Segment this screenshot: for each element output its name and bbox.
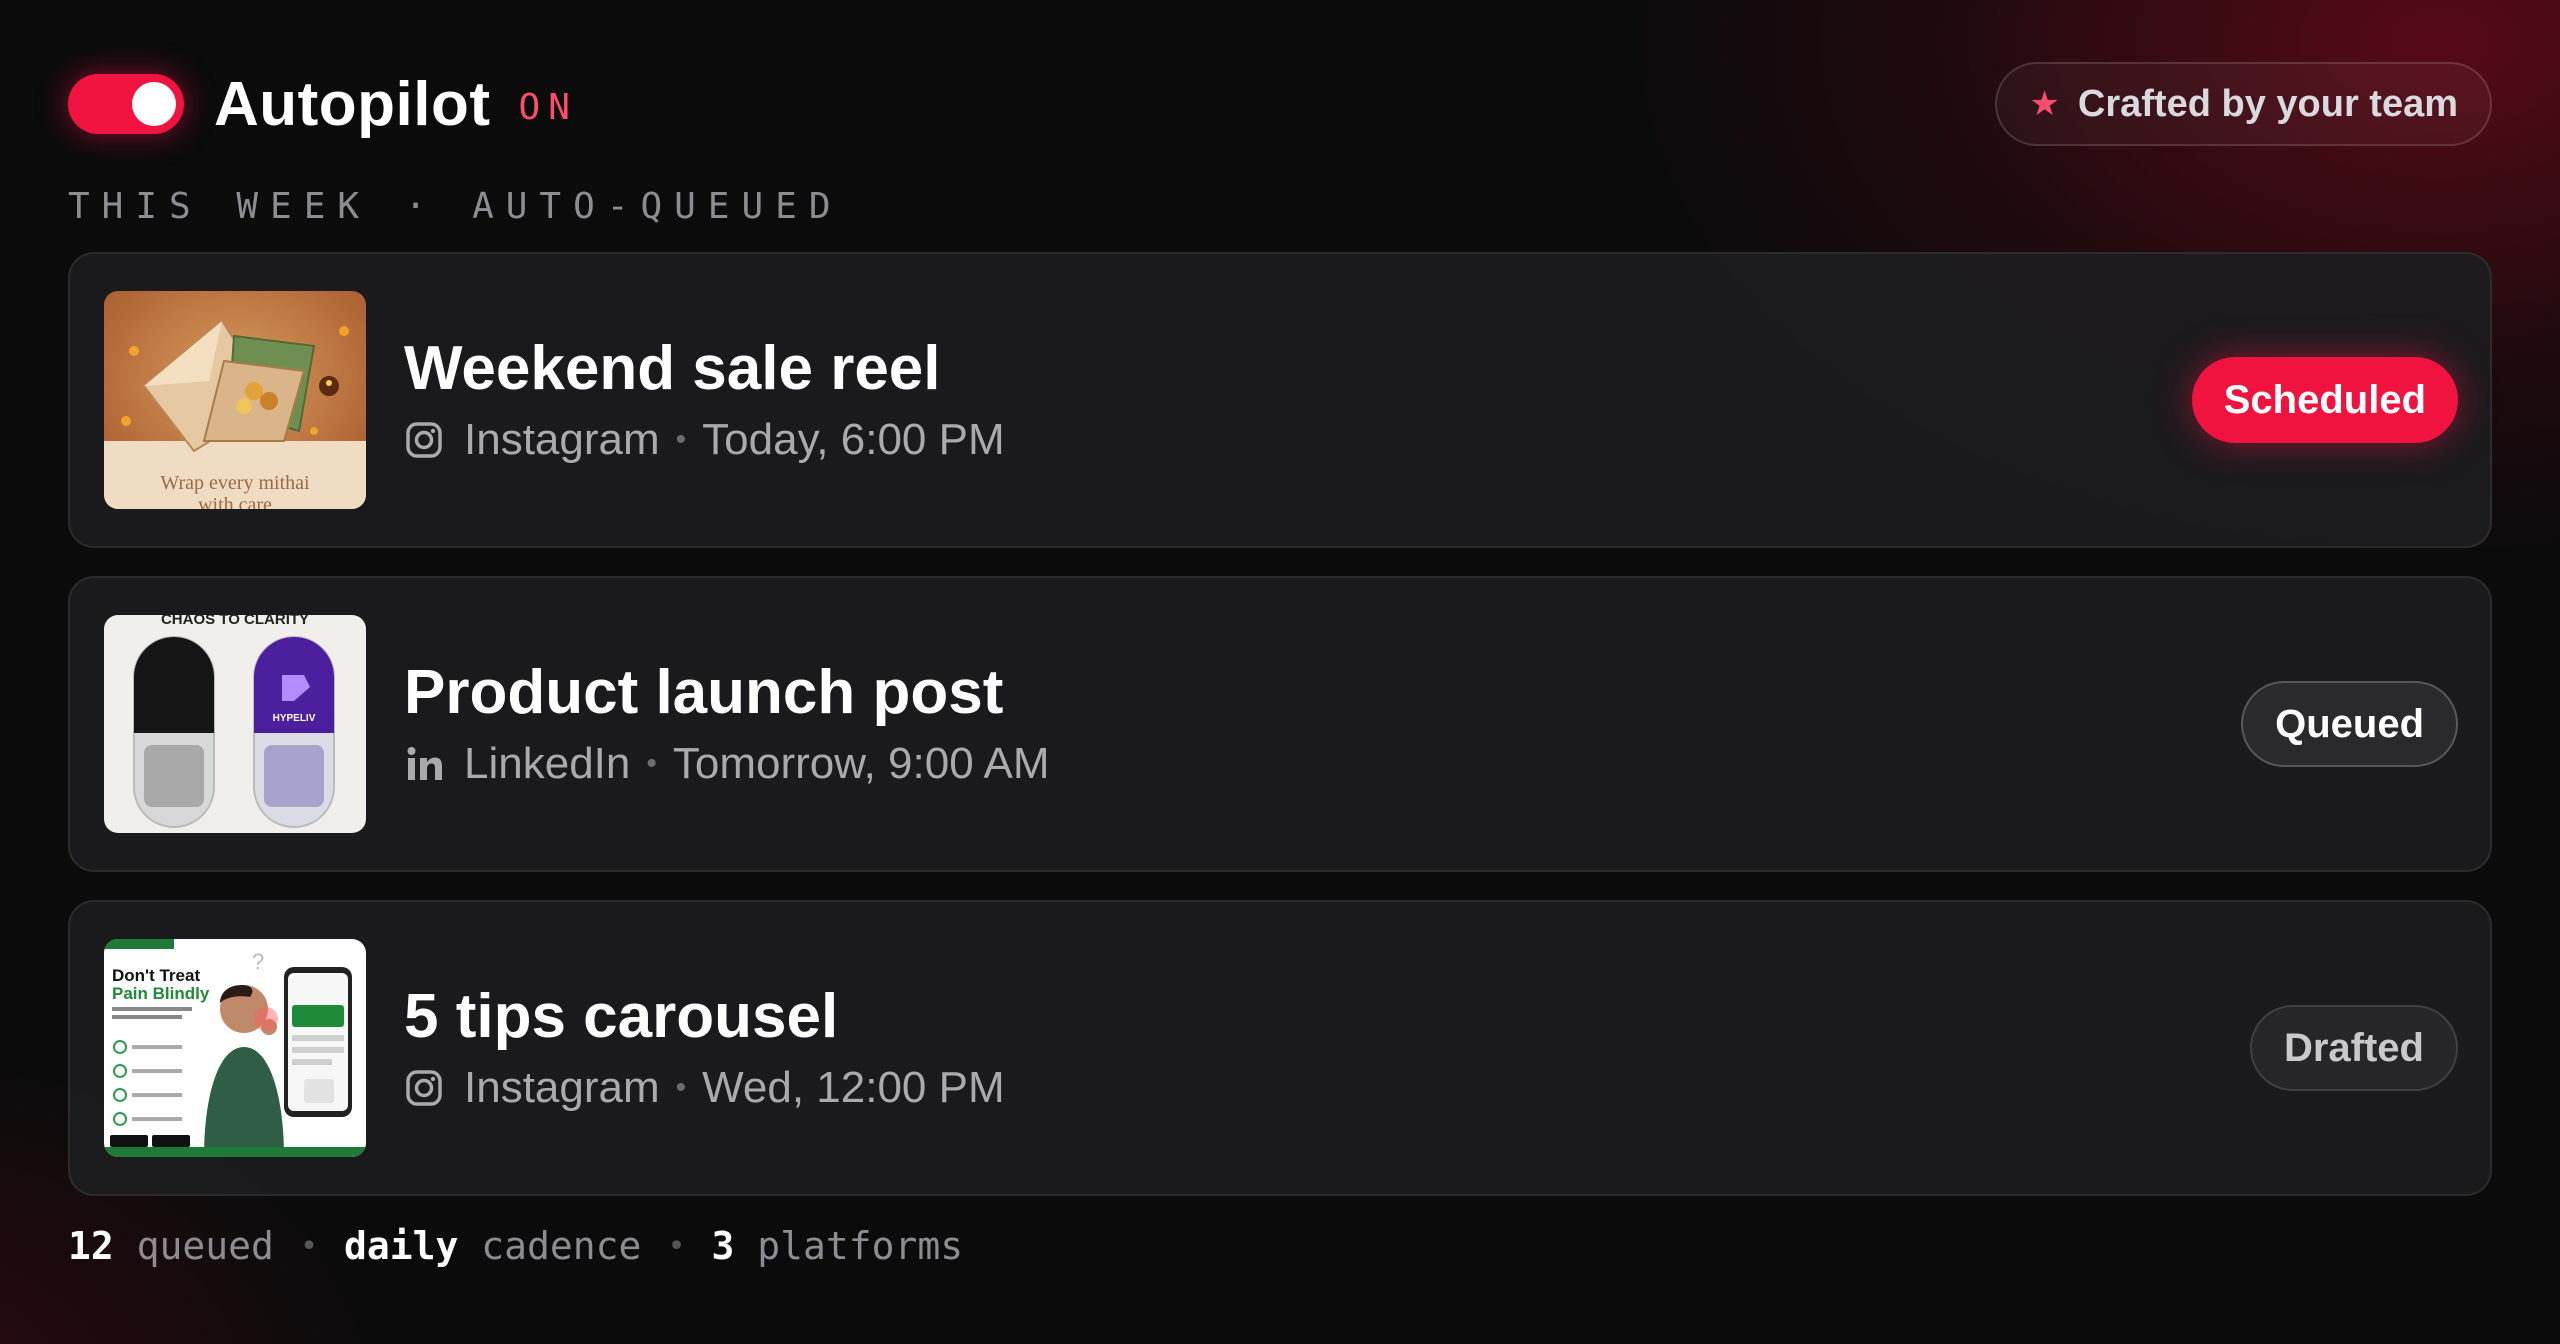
header-left: Autopilot ON: [68, 69, 578, 140]
meta-separator: •: [675, 423, 687, 457]
post-time: Wed, 12:00 PM: [702, 1063, 1005, 1113]
post-platform: LinkedIn: [464, 739, 631, 789]
post-meta: Instagram • Wed, 12:00 PM: [404, 1063, 2250, 1113]
autopilot-panel: Autopilot ON ★ Crafted by your team THIS…: [68, 60, 2492, 1268]
status-badge-drafted[interactable]: Drafted: [2249, 1005, 2458, 1091]
svg-text:Pain Blindly: Pain Blindly: [112, 984, 210, 1003]
post-title: Product launch post: [404, 657, 1004, 727]
footer-separator: •: [667, 1228, 686, 1264]
capsule-thumbnail-image: CHAOS TO CLARITY HYPELIV: [104, 615, 366, 833]
post-thumbnail: CHAOS TO CLARITY HYPELIV: [104, 615, 366, 833]
post-card[interactable]: Don't Treat Pain Blindly ? 5 tips carous…: [68, 900, 2492, 1196]
linkedin-icon: [407, 747, 442, 781]
post-time: Tomorrow, 9:00 AM: [672, 739, 1050, 789]
cadence-value: daily: [344, 1224, 459, 1268]
meta-separator: •: [675, 1071, 687, 1105]
platforms-count: 3: [711, 1224, 735, 1268]
post-title: 5 tips carousel: [404, 981, 839, 1051]
post-platform: Instagram: [464, 1063, 660, 1113]
platforms-label: platforms: [757, 1224, 964, 1268]
crafted-by-team-label: Crafted by your team: [2077, 82, 2458, 125]
svg-text:with care: with care: [198, 494, 272, 509]
instagram-icon: [406, 422, 442, 458]
status-badge-scheduled[interactable]: Scheduled: [2191, 357, 2458, 443]
instagram-icon: [406, 1070, 442, 1106]
autopilot-status-label: ON: [518, 86, 578, 128]
cadence-label: cadence: [481, 1224, 642, 1268]
post-info: Weekend sale reel Instagram • Today, 6:0…: [404, 333, 2192, 465]
svg-text:?: ?: [252, 949, 264, 974]
post-info: 5 tips carousel Instagram • Wed, 12:00 P…: [404, 981, 2250, 1113]
summary-footer: 12 queued • daily cadence • 3 platforms: [68, 1224, 2492, 1268]
footer-separator: •: [299, 1228, 318, 1264]
post-card[interactable]: CHAOS TO CLARITY HYPELIV Product launch …: [68, 576, 2492, 872]
star-icon: ★: [2029, 85, 2060, 123]
meta-separator: •: [646, 747, 657, 781]
mithai-thumbnail-image: Wrap every mithai with care: [104, 291, 366, 509]
status-badge-queued[interactable]: Queued: [2241, 681, 2458, 767]
svg-text:Don't Treat: Don't Treat: [112, 966, 200, 985]
section-label: THIS WEEK · AUTO-QUEUED: [68, 186, 843, 227]
page-title: Autopilot: [214, 69, 491, 139]
header: Autopilot ON ★ Crafted by your team: [68, 60, 2492, 148]
post-thumbnail: Don't Treat Pain Blindly ?: [104, 939, 366, 1157]
svg-text:Wrap every mithai: Wrap every mithai: [160, 472, 310, 494]
post-list: Wrap every mithai with care Weekend sale…: [68, 252, 2492, 1196]
post-platform: Instagram: [464, 415, 660, 465]
toggle-knob: [132, 82, 176, 126]
post-thumbnail: Wrap every mithai with care: [104, 291, 366, 509]
post-meta: LinkedIn • Tomorrow, 9:00 AM: [404, 739, 2241, 789]
post-meta: Instagram • Today, 6:00 PM: [404, 415, 2192, 465]
post-time: Today, 6:00 PM: [702, 415, 1005, 465]
post-title: Weekend sale reel: [404, 333, 941, 403]
queued-label: queued: [136, 1224, 274, 1268]
autopilot-toggle[interactable]: [68, 74, 184, 134]
post-card[interactable]: Wrap every mithai with care Weekend sale…: [68, 252, 2492, 548]
queued-count: 12: [68, 1224, 114, 1268]
svg-text:CHAOS TO CLARITY: CHAOS TO CLARITY: [161, 615, 309, 628]
svg-text:HYPELIV: HYPELIV: [273, 713, 316, 724]
crafted-by-team-badge[interactable]: ★ Crafted by your team: [1995, 62, 2492, 146]
carousel-thumbnail-image: Don't Treat Pain Blindly ?: [104, 939, 366, 1157]
post-info: Product launch post LinkedIn • Tomorrow,…: [404, 657, 2241, 789]
